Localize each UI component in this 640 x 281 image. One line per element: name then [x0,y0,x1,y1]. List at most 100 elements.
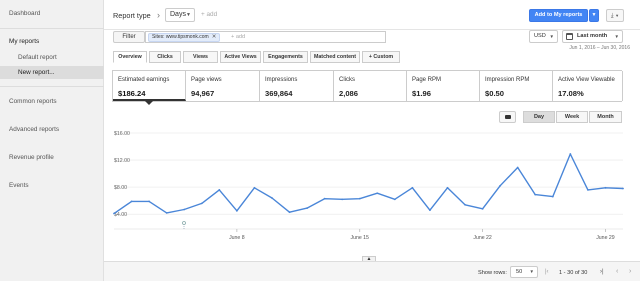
add-options-caret-button[interactable]: ▼ [589,9,599,22]
tab-custom[interactable]: + Custom [362,51,400,63]
metric-label: Impressions [265,77,298,83]
data-point [341,198,344,201]
metric-value: 2,086 [339,89,359,98]
filter-input[interactable]: Sites: www.tipsmonk.com ✕ + add [145,31,386,43]
metric-value: 94,967 [191,89,215,98]
data-point [551,195,554,198]
period-month-button[interactable]: Month [589,111,622,123]
sidebar-item-my-reports[interactable]: My reports [9,38,39,45]
filter-button[interactable]: Filter [113,31,145,43]
metric-value: 369,864 [265,89,293,98]
metric-impression-rpm[interactable]: Impression RPM $0.50 [480,71,553,101]
currency-label: USD [534,33,546,39]
first-page-icon[interactable]: |‹ [545,269,549,275]
metric-estimated-earnings[interactable]: Estimated earnings $186.24 [113,71,186,101]
next-page-icon[interactable]: › [629,268,631,275]
rows-per-page-select[interactable]: 50 ▼ [510,266,538,278]
prev-page-icon[interactable]: ‹ [616,268,618,275]
tab-views[interactable]: Views [183,51,218,63]
data-point [183,208,186,211]
data-point [376,192,379,195]
metric-value: $1.96 [412,89,432,98]
data-point [429,209,431,212]
data-point [323,197,326,200]
annotation-marker-icon [182,221,186,225]
data-point [481,207,484,210]
caret-down-icon: ▼ [549,34,554,39]
x-tick-label: June 22 [473,235,492,241]
sidebar-item-advanced-reports[interactable]: Advanced reports [9,126,59,133]
y-tick-label: $8.00 [114,185,127,191]
data-point [218,188,221,191]
metric-label: Clicks [339,77,355,83]
date-range-dropdown[interactable]: Last month ▼ [562,30,623,43]
sidebar-item-default-report[interactable]: Default report [18,54,57,61]
data-point [148,200,151,203]
metric-active-view-viewable[interactable]: Active View Viewable 17.08% [553,71,623,101]
currency-dropdown[interactable]: USD ▼ [529,30,558,43]
filter-chip[interactable]: Sites: www.tipsmonk.com ✕ [148,33,221,42]
dimension-dropdown[interactable]: Days ▼ [165,8,195,22]
metric-clicks[interactable]: Clicks 2,086 [334,71,407,101]
report-type-label: Report type [113,11,151,20]
download-icon: ⤓ [610,13,614,19]
earnings-series-line [113,153,624,215]
x-tick-label: June 8 [229,235,245,241]
data-point [271,197,273,199]
dimension-label: Days [170,11,186,18]
data-point [411,186,414,189]
period-week-button[interactable]: Week [556,111,588,123]
download-button[interactable]: ⤓ ▼ [606,9,624,22]
tab-clicks[interactable]: Clicks [149,51,181,63]
metric-value: $0.50 [485,89,505,98]
data-point [604,186,607,189]
data-point [306,207,308,210]
tab-overview[interactable]: Overview [113,51,147,63]
sidebar-item-revenue-profile[interactable]: Revenue profile [9,154,54,161]
last-page-icon[interactable]: ›| [600,269,604,275]
tab-matched-content[interactable]: Matched content [310,51,360,63]
data-point [393,198,396,201]
metric-impressions[interactable]: Impressions 369,864 [260,71,334,101]
metric-page-rpm[interactable]: Page RPM $1.96 [407,71,480,101]
tab-active-views[interactable]: Active Views [220,51,261,63]
data-point [516,166,519,169]
rows-per-page-value: 50 [516,269,523,275]
add-dimension-link[interactable]: + add [201,11,217,18]
data-point [622,187,624,190]
pagination-info: 1 - 30 of 30 [559,270,588,276]
earnings-line-chart: $4.00 $8.00 $12.00 $16.00 June 8 June 15 June… [113,131,624,241]
sidebar-divider [0,86,104,87]
sidebar-item-common-reports[interactable]: Common reports [9,98,57,105]
chevron-right-icon: › [157,10,160,20]
date-range-label: Last month [577,33,608,39]
close-icon[interactable]: ✕ [212,34,217,40]
add-to-my-reports-button[interactable]: Add to My reports [529,9,588,22]
date-range-text: Jun 1, 2016 – Jun 30, 2016 [569,45,630,51]
sidebar-item-new-report[interactable]: New report... [0,66,104,79]
data-point [464,203,466,206]
data-point [586,188,589,191]
period-day-button[interactable]: Day [523,111,555,123]
report-header: Report type › Days ▼ + add Add to My rep… [104,0,640,30]
annotation-button[interactable] [499,111,516,123]
tab-engagements[interactable]: Engagements [263,51,308,63]
metric-label: Page views [191,77,222,83]
sidebar-item-events[interactable]: Events [9,182,29,189]
calendar-icon [566,33,573,40]
add-filter-link[interactable]: + add [231,34,245,40]
metric-label: Page RPM [412,77,442,83]
x-tick-label: June 29 [596,235,615,241]
metric-value: 17.08% [558,89,584,98]
data-point [253,186,256,189]
y-tick-label: $4.00 [114,212,127,218]
caret-down-icon: ▼ [615,13,620,18]
data-point [569,153,572,155]
table-footer: Show rows: 50 ▼ |‹ 1 - 30 of 30 ›| ‹ › [104,261,640,281]
data-point [130,200,133,203]
sidebar-item-dashboard[interactable]: Dashboard [9,10,40,17]
sidebar-divider [0,28,104,29]
data-point [499,184,502,187]
metric-page-views[interactable]: Page views 94,967 [186,71,260,101]
data-point [534,193,537,196]
